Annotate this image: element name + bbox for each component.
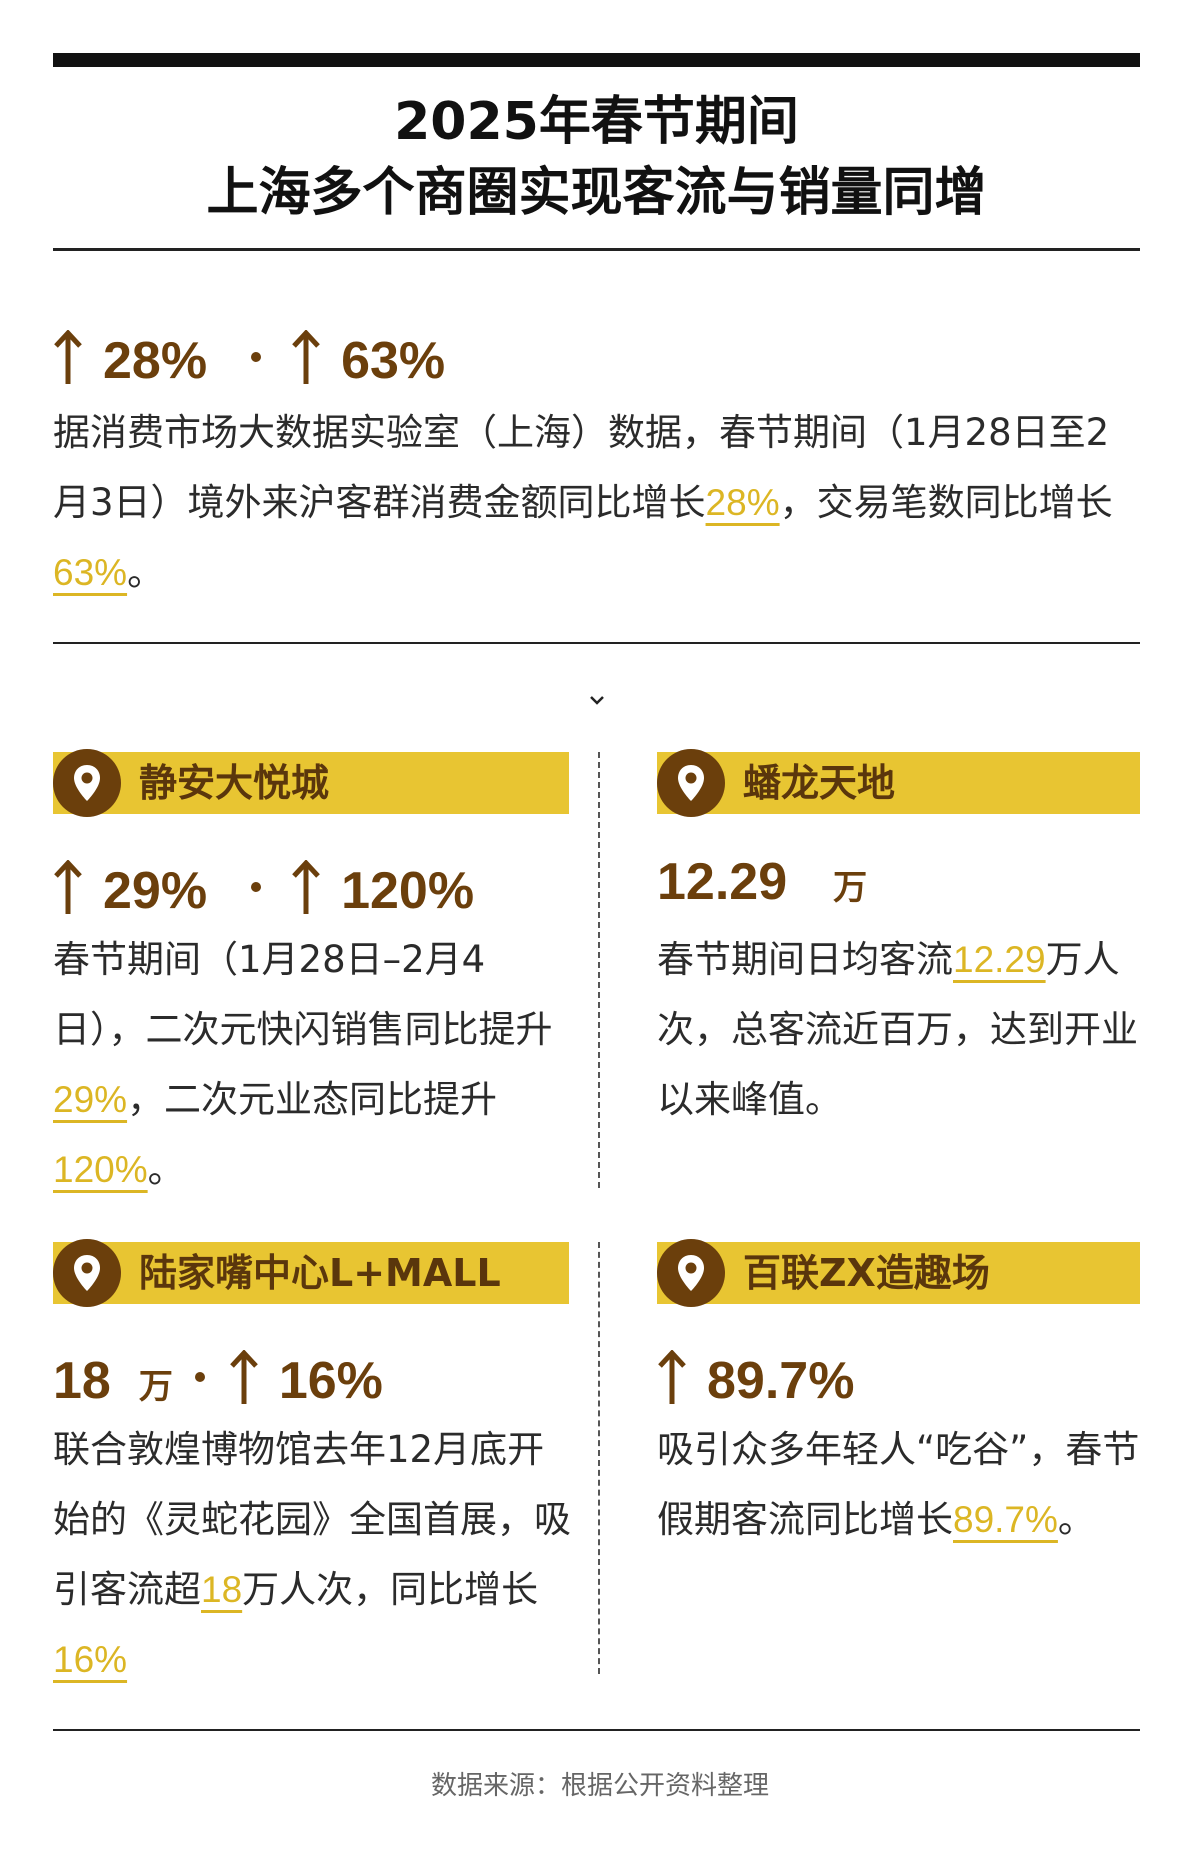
page-title: 2025年春节期间: [394, 92, 799, 152]
card-stat-value: 18: [53, 1352, 111, 1410]
arrow-up-icon: [229, 1350, 259, 1406]
card-stat-2: 120%: [341, 862, 475, 920]
card-name: 蟠龙天地: [743, 761, 896, 805]
intro-text-b: ，交易笔数同比增长: [779, 481, 1113, 524]
title-divider: [53, 248, 1140, 251]
separator-dot: [251, 352, 262, 362]
card-tag-lujiazui: 陆家嘴中心L+MALL: [53, 1239, 569, 1307]
arrow-up-icon: [53, 860, 83, 916]
pin-badge: [53, 1239, 121, 1307]
pin-badge: [657, 749, 725, 817]
intro-stat-2: 63%: [341, 332, 446, 390]
location-pin-icon: [677, 764, 705, 802]
card-text-a: 春节期间（1月28日–2月4日），二次元快闪销售同比提升: [53, 938, 553, 1051]
intro-text-c: 。: [127, 551, 165, 594]
card-tag-bailian: 百联ZX造趣场: [657, 1239, 1140, 1307]
card-stat-unit: 万: [833, 868, 868, 908]
card-highlight-1: 89.7%: [953, 1499, 1058, 1540]
card-text-c: 。: [147, 1148, 185, 1191]
card-stats-jingan: 29% 120%: [53, 852, 474, 921]
separator-dot: [251, 882, 262, 892]
card-paragraph-lujiazui: 联合敦煌博物馆去年12月底开始的《灵蛇花园》全国首展，吸引客流超18万人次，同比…: [53, 1415, 573, 1695]
card-name: 静安大悦城: [139, 761, 330, 805]
data-source-note: 数据来源：根据公开资料整理: [430, 1771, 769, 1801]
card-stats-panlong: 12.29 万: [657, 852, 867, 918]
card-text-a: 春节期间日均客流: [657, 938, 953, 981]
column-divider: [598, 752, 600, 1188]
card-highlight-2: 120%: [53, 1149, 148, 1190]
card-highlight-1: 29%: [53, 1079, 128, 1120]
card-paragraph-bailian: 吸引众多年轻人“吃谷”，春节假期客流同比增长89.7%。: [657, 1415, 1143, 1555]
pin-badge: [657, 1239, 725, 1307]
arrow-up-icon: [53, 330, 83, 386]
arrow-up-icon: [291, 330, 321, 386]
card-tag-jingan: 静安大悦城: [53, 749, 569, 817]
card-stat-2: 16%: [278, 1352, 383, 1410]
intro-paragraph: 据消费市场大数据实验室（上海）数据，春节期间（1月28日至2月3日）境外来沪客群…: [53, 398, 1143, 608]
card-text-b: 万人次，同比增长: [242, 1568, 539, 1611]
card-text-b: 。: [1057, 1498, 1095, 1541]
location-pin-icon: [677, 1254, 705, 1292]
card-stat-1: 89.7%: [707, 1352, 855, 1410]
column-divider: [598, 1242, 600, 1674]
card-stat-unit: 万: [138, 1367, 173, 1407]
card-highlight-1: 18: [201, 1569, 243, 1610]
intro-highlight-1: 28%: [705, 482, 780, 523]
pin-badge: [53, 749, 121, 817]
card-paragraph-panlong: 春节期间日均客流12.29万人次，总客流近百万，达到开业以来峰值。: [657, 925, 1143, 1135]
card-paragraph-jingan: 春节期间（1月28日–2月4日），二次元快闪销售同比提升 29%，二次元业态同比提…: [53, 925, 573, 1205]
card-stats-lujiazui: 18 万 16%: [53, 1342, 383, 1417]
card-stats-bailian: 89.7%: [657, 1342, 854, 1411]
card-name: 百联ZX造趣场: [743, 1251, 990, 1295]
card-stat-1: 29%: [103, 862, 208, 920]
card-stat-value: 12.29: [657, 853, 788, 911]
chevron-down-icon: [590, 696, 604, 705]
location-pin-icon: [73, 764, 101, 802]
card-text-b: ，二次元业态同比提升: [127, 1078, 498, 1121]
arrow-up-icon: [291, 860, 321, 916]
location-pin-icon: [73, 1254, 101, 1292]
card-tag-panlong: 蟠龙天地: [657, 749, 1140, 817]
card-name: 陆家嘴中心L+MALL: [139, 1251, 501, 1295]
intro-highlight-2: 63%: [53, 552, 128, 593]
footer-divider: [53, 1729, 1140, 1731]
card-highlight-2: 16%: [53, 1639, 128, 1680]
intro-stats: 28% 63%: [53, 322, 445, 391]
page-subtitle: 上海多个商圈实现客流与销量同增: [206, 163, 987, 223]
arrow-up-icon: [657, 1350, 687, 1406]
card-highlight-1: 12.29: [953, 939, 1046, 980]
intro-stat-1: 28%: [103, 332, 208, 390]
section-divider: [53, 642, 1140, 644]
top-bar: [53, 53, 1140, 67]
separator-dot: [194, 1372, 205, 1382]
